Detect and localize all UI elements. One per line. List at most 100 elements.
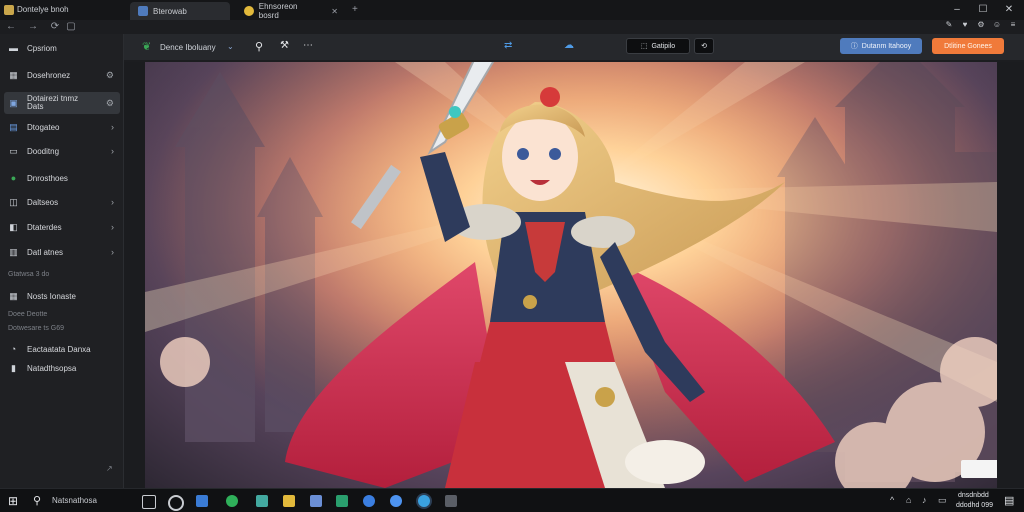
sidebar-item-label: Eactaatata Danxa <box>27 344 91 354</box>
sidebar-item-dtaterdes[interactable]: ◧ Dtaterdes › <box>4 217 120 237</box>
sidebar-section-title: Gtatwsa 3 do <box>8 271 50 278</box>
search-icon[interactable]: ⚲ <box>255 40 263 53</box>
app-chat-icon[interactable] <box>390 495 402 507</box>
app-active-icon[interactable] <box>418 495 430 507</box>
window-label: Dontelye bnoh <box>17 5 69 14</box>
sidebar-section-title: Dotwesare ts G69 <box>8 325 65 332</box>
extension-icon[interactable]: ✎ <box>944 20 954 30</box>
sidebar-item-dtogateo[interactable]: ▤ Dtogateo › <box>4 117 120 137</box>
sidebar-item-datlatnes[interactable]: ▥ Datl atnes › <box>4 242 120 262</box>
search-icon[interactable]: ⚲ <box>33 494 41 507</box>
image-icon: ▣ <box>9 97 18 108</box>
tab-label: Ehnsoreon bosrd <box>258 2 298 20</box>
refresh-icon[interactable]: ⟳ <box>48 20 62 34</box>
app-files-icon[interactable] <box>196 495 208 507</box>
menu-icon[interactable]: ≡ <box>1008 20 1018 30</box>
cloud-icon[interactable]: ☁ <box>564 40 574 51</box>
dropdown-icon[interactable]: ⌄ <box>227 42 234 51</box>
sidebar-item-eactaatata[interactable]: ◔ Eactaatata Danxa <box>4 339 120 359</box>
notifications-icon[interactable]: ▤ <box>1004 494 1014 507</box>
sidebar-item-dosehronez[interactable]: ▦ Dosehronez ⚙ <box>4 65 120 85</box>
tab-bterowab[interactable]: Bterowab <box>130 2 230 20</box>
chevron-right-icon: › <box>111 122 114 132</box>
taskbar-search-label[interactable]: Natsnathosa <box>52 496 97 505</box>
share-button[interactable]: ⬚ Gatipilo <box>626 38 690 54</box>
task-view-icon[interactable] <box>142 495 156 509</box>
tab-label: Bterowab <box>153 6 187 16</box>
sidebar-item-cpsriom[interactable]: ▬ Cpsriom <box>4 38 120 58</box>
volume-icon[interactable]: ♪ <box>922 495 927 505</box>
sidebar-item-nosts[interactable]: ▦ Nosts Ionaste <box>4 286 120 306</box>
wand-icon[interactable]: ⚒ <box>280 40 289 51</box>
sidebar-item-label: Cpsriom <box>27 43 57 53</box>
gear-icon[interactable]: ⚙ <box>106 98 114 109</box>
minimize-icon[interactable]: – <box>950 3 964 17</box>
close-icon[interactable]: ✕ <box>1002 3 1016 17</box>
title-bar: Dontelye bnoh Bterowab Ehnsoreon bosrd ✕… <box>0 0 1024 20</box>
tab-favicon-icon <box>244 6 254 16</box>
layers-icon: ▥ <box>9 246 18 257</box>
page-title: Dence Iboluany <box>160 43 216 52</box>
sidebar-section-title: Doee Deotte <box>8 311 48 318</box>
app-sheets-icon[interactable] <box>336 495 348 507</box>
app-calculator-icon[interactable] <box>445 495 457 507</box>
clock-date[interactable]: ddodhd 099 <box>956 502 993 509</box>
new-tab-icon[interactable]: + <box>352 4 358 15</box>
link-button[interactable]: ⟲ <box>694 38 714 54</box>
chevron-right-icon: › <box>111 146 114 156</box>
app-browser-icon[interactable] <box>226 495 238 507</box>
forward-icon[interactable]: → <box>26 20 40 34</box>
app-store-icon[interactable] <box>256 495 268 507</box>
sidebar-item-dnrosthoes[interactable]: ● Dnrosthoes <box>4 168 120 188</box>
windows-start-icon[interactable]: ⊞ <box>8 494 18 508</box>
tassel <box>625 440 705 484</box>
link-icon: ⟲ <box>701 43 707 50</box>
hair-ornament <box>540 87 560 107</box>
sidebar: ▬ Cpsriom ▦ Dosehronez ⚙ ▣ Dotairezi tnm… <box>0 34 124 488</box>
main-toolbar: ❦ Dence Iboluany ⌄ ⚲ ⚒ ⋯ ⇄ ☁ ⬚ Gatipilo … <box>124 34 1024 60</box>
picture-icon: ▤ <box>9 121 18 132</box>
settings-icon[interactable]: ⚙ <box>976 20 986 30</box>
network-icon[interactable]: ⌂ <box>906 495 911 505</box>
grid-icon: ▦ <box>9 69 18 80</box>
app-folder-icon[interactable] <box>283 495 295 507</box>
outline-action-button[interactable]: ⓘ Dutanm Itahooy <box>840 38 922 54</box>
maximize-icon[interactable]: ☐ <box>976 3 990 17</box>
share-label: Gatipilo <box>651 42 676 50</box>
sidebar-item-label: Nosts Ionaste <box>27 291 76 301</box>
sidebar-item-label: Dtogateo <box>27 122 60 132</box>
sidebar-item-dotairezi[interactable]: ▣ Dotairezi tnmz Dats ⚙ <box>4 92 120 114</box>
sync-icon[interactable]: ⇄ <box>504 40 512 51</box>
widgets-icon[interactable] <box>168 495 184 511</box>
image-canvas[interactable] <box>145 62 997 488</box>
artwork-illustration <box>145 62 997 488</box>
collapse-sidebar-icon[interactable]: ↗ <box>106 464 113 473</box>
shoulder-right <box>571 216 635 248</box>
sidebar-item-label: Dosehronez <box>27 70 71 80</box>
home-icon[interactable]: ▢ <box>64 20 78 34</box>
primary-action-button[interactable]: Dtlitine Gonees <box>932 38 1004 54</box>
more-icon[interactable]: ⋯ <box>303 40 313 51</box>
battery-icon[interactable]: ▭ <box>938 495 947 506</box>
clock-time[interactable]: dnsdnbdd <box>958 492 989 499</box>
tab-close-icon[interactable]: ✕ <box>331 7 338 16</box>
app-logo-icon <box>4 5 14 15</box>
sidebar-item-label: Dooditng <box>27 146 60 156</box>
tab-ehnsoreon[interactable]: Ehnsoreon bosrd ✕ <box>236 2 346 20</box>
tray-chevron-icon[interactable]: ^ <box>890 495 894 505</box>
back-icon[interactable]: ← <box>4 20 18 34</box>
bookmark-icon[interactable]: ♥ <box>960 20 970 30</box>
outline-action-label: Dutanm Itahooy <box>861 42 912 50</box>
app-edge-icon[interactable] <box>363 495 375 507</box>
sidebar-item-dooditng[interactable]: ▭ Dooditng › <box>4 141 120 161</box>
chevron-right-icon: › <box>111 247 114 257</box>
profile-icon[interactable]: ☺ <box>992 20 1002 30</box>
sidebar-item-daltseos[interactable]: ◫ Daltseos › <box>4 192 120 212</box>
gear-icon[interactable]: ⚙ <box>106 70 114 81</box>
chevron-right-icon: › <box>111 222 114 232</box>
leaf-logo-icon: ❦ <box>142 41 152 53</box>
taskbar: ⊞ ⚲ Natsnathosa ^ ⌂ ♪ ▭ dnsdnbdd ddodhd … <box>0 488 1024 512</box>
circle-icon: ● <box>10 173 17 183</box>
sidebar-item-natadthsopsa[interactable]: ▮ Natadthsopsa <box>4 358 120 378</box>
app-photos-icon[interactable] <box>310 495 322 507</box>
